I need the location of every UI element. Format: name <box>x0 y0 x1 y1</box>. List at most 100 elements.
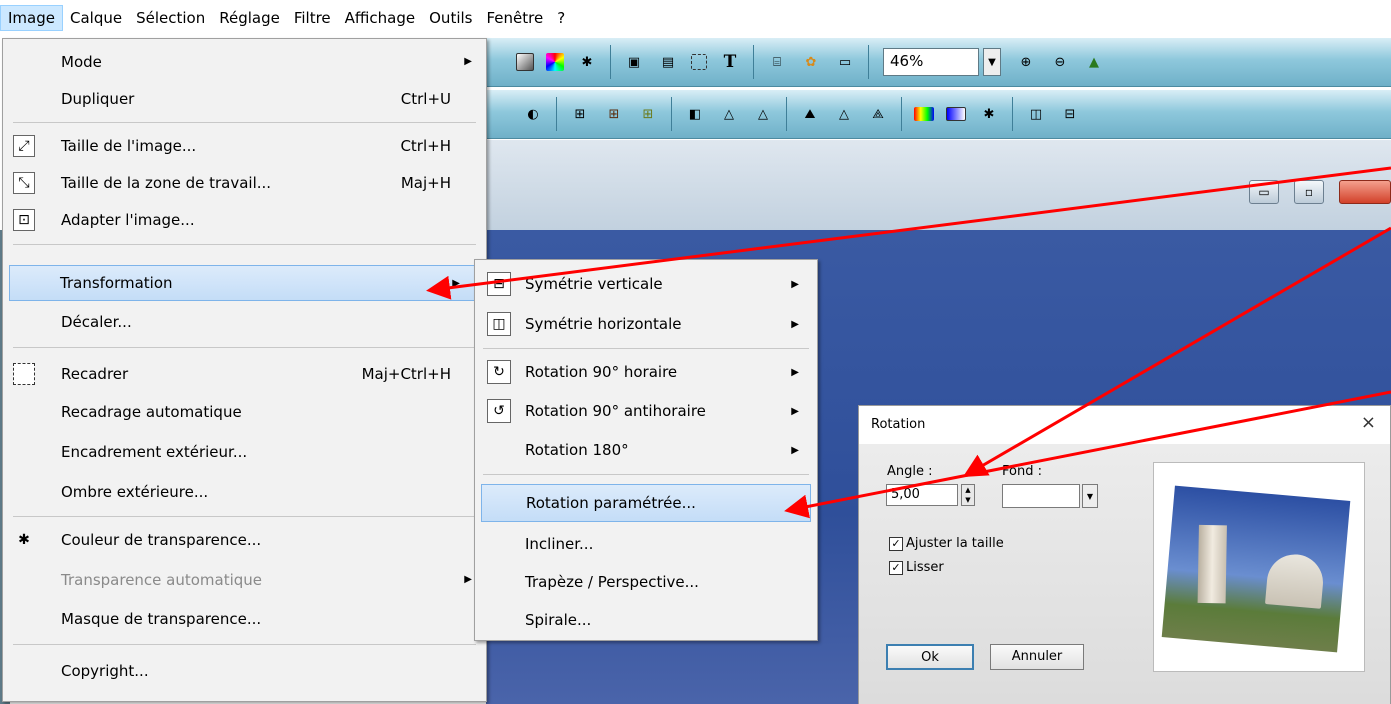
menu-item-dupliquer[interactable]: Dupliquer Ctrl+U <box>3 80 486 117</box>
mountain-icon[interactable]: ⛰ <box>799 103 821 125</box>
rotate-clockwise-icon: ↻ <box>487 360 511 384</box>
submenu-item-label: Rotation 90° horaire <box>525 363 678 381</box>
image-size-icon: ⤢ <box>13 134 35 157</box>
auto-contrast-icon[interactable]: ◐ <box>522 103 544 125</box>
palette-icon[interactable] <box>546 53 564 71</box>
menu-item-label: Copyright... <box>61 661 149 680</box>
zoom-out-icon[interactable]: ⊖ <box>1049 51 1071 73</box>
menu-selection[interactable]: Sélection <box>129 5 212 31</box>
menu-item-label: Recadrage automatique <box>61 402 242 421</box>
menu-separator <box>13 122 476 123</box>
submenu-item-rotation-antihoraire[interactable]: ↺ Rotation 90° antihoraire ▶ <box>475 391 817 431</box>
fond-select[interactable] <box>1002 484 1080 508</box>
menu-item-copyright[interactable]: Copyright... <box>3 652 486 689</box>
shortcut-label: Ctrl+H <box>400 136 451 155</box>
menu-item-taille-zone[interactable]: ⤡ Taille de la zone de travail... Maj+H <box>3 164 486 201</box>
menu-item-mode[interactable]: Mode ▶ <box>3 43 486 80</box>
submenu-arrow-icon: ▶ <box>791 318 799 330</box>
ok-button[interactable]: Ok <box>886 644 974 670</box>
menu-outils[interactable]: Outils <box>422 5 479 31</box>
transparency-icon: ✱ <box>18 531 30 548</box>
menu-item-recadrage-auto[interactable]: Recadrage automatique <box>3 393 486 430</box>
menu-item-couleur-transparence[interactable]: ✱ Couleur de transparence... <box>3 521 486 558</box>
brightness-icon[interactable]: ◧ <box>684 103 706 125</box>
submenu-item-incliner[interactable]: Incliner... <box>475 524 817 564</box>
submenu-item-label: Symétrie horizontale <box>525 315 682 333</box>
transparency-color-icon[interactable]: ✱ <box>978 103 1000 125</box>
menu-reglage[interactable]: Réglage <box>212 5 287 31</box>
menu-item-transformation[interactable]: Transformation ▶ <box>9 265 475 301</box>
submenu-item-spirale[interactable]: Spirale... <box>475 600 817 640</box>
submenu-item-rotation-horaire[interactable]: ↻ Rotation 90° horaire ▶ <box>475 352 817 392</box>
angle-spinner[interactable]: ▲ ▼ <box>961 484 975 506</box>
grid-dark-icon[interactable]: ⊞ <box>603 103 625 125</box>
cancel-button[interactable]: Annuler <box>990 644 1084 670</box>
triangle-double-icon[interactable]: ⟁ <box>867 103 889 125</box>
menu-separator <box>13 644 476 645</box>
chevron-down-icon[interactable]: ▼ <box>1082 484 1098 508</box>
submenu-item-rotation-parametree[interactable]: Rotation paramétrée... <box>481 484 811 522</box>
fit-window-icon[interactable]: ▲ <box>1083 51 1105 73</box>
submenu-arrow-icon: ▶ <box>464 574 472 585</box>
ajuster-checkbox[interactable]: ✓ <box>889 537 903 551</box>
flip-horizontal-icon[interactable]: ◫ <box>1025 103 1047 125</box>
menu-bar: Image Calque Sélection Réglage Filtre Af… <box>0 0 1391 34</box>
menu-item-decaler[interactable]: Décaler... <box>3 303 486 340</box>
flip-vertical-icon[interactable]: ⊟ <box>1059 103 1081 125</box>
submenu-arrow-icon: ▶ <box>791 366 799 378</box>
menu-item-label: Taille de la zone de travail... <box>61 173 272 192</box>
preview-pane <box>1153 462 1365 672</box>
menu-separator <box>483 474 809 475</box>
ajuster-label: Ajuster la taille <box>906 536 1004 551</box>
menu-item-adapter[interactable]: ⊡ Adapter l'image... <box>3 201 486 238</box>
menu-image[interactable]: Image <box>0 5 63 31</box>
color-swap-icon[interactable] <box>946 107 966 121</box>
menu-help[interactable]: ? <box>550 5 572 31</box>
triangle-icon[interactable]: △ <box>833 103 855 125</box>
color-balance-icon[interactable] <box>914 107 934 121</box>
window-icon[interactable]: ▭ <box>834 51 856 73</box>
menu-item-label: Transparence automatique <box>61 570 263 589</box>
menu-filtre[interactable]: Filtre <box>287 5 338 31</box>
cathedral-dome <box>1264 552 1326 609</box>
menu-item-encadrement[interactable]: Encadrement extérieur... <box>3 433 486 470</box>
zoom-in-icon[interactable]: ⊕ <box>1015 51 1037 73</box>
menu-calque[interactable]: Calque <box>63 5 129 31</box>
transparency-icon[interactable]: ✱ <box>576 51 598 73</box>
menu-fenetre[interactable]: Fenêtre <box>479 5 550 31</box>
restore-icon[interactable]: ▫ <box>1294 180 1324 204</box>
menu-affichage[interactable]: Affichage <box>338 5 422 31</box>
crop-icon[interactable] <box>691 54 707 70</box>
toolbar-adjust: ◐ ⊞ ⊞ ⊞ ◧ △ △ ⛰ △ ⟁ ✱ ◫ ⊟ <box>486 90 1391 139</box>
angle-input[interactable]: 5,00 <box>886 484 958 506</box>
menu-item-masque[interactable]: Masque de transparence... <box>3 600 486 637</box>
submenu-arrow-icon: ▶ <box>452 277 460 289</box>
gradient-icon[interactable] <box>516 53 534 71</box>
menu-item-recadrer[interactable]: Recadrer Maj+Ctrl+H <box>3 355 486 392</box>
lisser-checkbox[interactable]: ✓ <box>889 561 903 575</box>
close-window-icon[interactable] <box>1339 180 1391 204</box>
rotate-counterclockwise-icon: ↺ <box>487 399 511 423</box>
drop-icon[interactable]: △ <box>718 103 740 125</box>
menu-item-ombre[interactable]: Ombre extérieure... <box>3 473 486 510</box>
drop-double-icon[interactable]: △ <box>752 103 774 125</box>
grid-olive-icon[interactable]: ⊞ <box>637 103 659 125</box>
layers-icon[interactable]: ⌸ <box>766 51 788 73</box>
submenu-item-rotation-180[interactable]: Rotation 180° ▶ <box>475 430 817 470</box>
chevron-down-icon[interactable]: ▼ <box>983 48 1001 76</box>
canvas-size-icon[interactable]: ▤ <box>657 51 679 73</box>
plugin-icon[interactable]: ✿ <box>800 51 822 73</box>
zoom-input[interactable]: 46% <box>883 48 979 76</box>
minimize-icon[interactable]: ▭ <box>1249 180 1279 204</box>
submenu-item-symetrie-horizontale[interactable]: ◫ Symétrie horizontale ▶ <box>475 304 817 344</box>
close-icon[interactable]: × <box>1361 412 1376 433</box>
menu-item-taille-image[interactable]: ⤢ Taille de l'image... Ctrl+H <box>3 127 486 164</box>
submenu-item-symetrie-verticale[interactable]: ⊟ Symétrie verticale ▶ <box>475 264 817 304</box>
submenu-item-trapeze[interactable]: Trapèze / Perspective... <box>475 562 817 602</box>
menu-separator <box>483 348 809 349</box>
resize-icon[interactable]: ▣ <box>623 51 645 73</box>
menu-separator <box>13 244 476 245</box>
grid-icon[interactable]: ⊞ <box>569 103 591 125</box>
text-icon[interactable]: T <box>719 51 741 73</box>
flip-vertical-icon: ⊟ <box>487 272 511 296</box>
